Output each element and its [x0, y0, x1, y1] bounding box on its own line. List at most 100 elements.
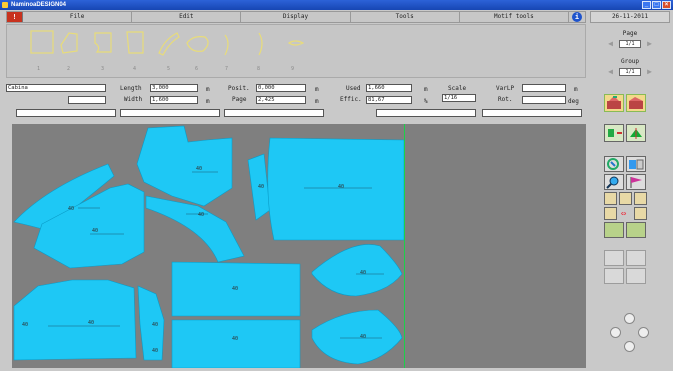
thumb-piece-9[interactable] [287, 40, 305, 46]
piece-size-label: 40 [338, 184, 345, 190]
maximize-icon[interactable]: □ [652, 1, 661, 9]
align-center-icon[interactable] [619, 192, 632, 205]
menu-tools[interactable]: Tools [351, 12, 460, 22]
fold-tool-glyph [629, 97, 643, 109]
menu-display[interactable]: Display [241, 12, 351, 22]
flip-tool-icon[interactable] [626, 124, 646, 142]
right-tool-panel: Page ◀ 1/1 ▶ Group ◀ 1/1 ▶ ⇔ [590, 24, 670, 370]
piece-narrow-2[interactable] [137, 285, 165, 361]
copy-tool-icon [604, 250, 624, 266]
menu-edit[interactable]: Edit [132, 12, 242, 22]
title-bar: NaminoaDESIGN04 _ □ × [0, 0, 673, 10]
posit-field[interactable]: 0,000 [256, 84, 306, 92]
group-field[interactable]: 1/1 [619, 68, 641, 76]
group-prev-arrow[interactable]: ◀ [606, 68, 615, 76]
grid-tool-icon [604, 268, 624, 284]
search-glyph [606, 176, 619, 189]
rot-field[interactable] [522, 96, 566, 104]
page-next-arrow[interactable]: ▶ [645, 40, 654, 48]
align-right-icon[interactable] [634, 192, 647, 205]
date-display: 26-11-2011 [590, 11, 670, 23]
status-field-1 [16, 109, 116, 117]
search-icon[interactable] [604, 174, 624, 190]
page-length-field[interactable]: 2,425 [256, 96, 306, 104]
svg-text:7: 7 [225, 66, 228, 72]
thumb-piece-1[interactable] [30, 30, 54, 54]
piece-size-label: 40 [232, 336, 239, 342]
rotate-tool-icon[interactable] [604, 124, 624, 142]
piece-front-large[interactable] [267, 137, 405, 241]
piece-size-label: 40 [152, 322, 159, 328]
varlp-unit: m [574, 86, 578, 93]
move-right-joy-icon[interactable] [638, 327, 649, 338]
move-right-icon[interactable] [634, 207, 647, 220]
flag-tool-icon[interactable] [626, 174, 646, 190]
piece-sleeve-bottom[interactable] [13, 279, 137, 361]
thumb-piece-5[interactable] [158, 32, 180, 56]
align-left-icon[interactable] [604, 192, 617, 205]
fold-tool-icon[interactable] [626, 94, 646, 112]
svg-text:5: 5 [167, 66, 170, 72]
piece-size-label: 40 [258, 184, 265, 190]
piece-rect-bottom[interactable] [171, 319, 301, 368]
group-label: Group [620, 58, 640, 65]
thumb-piece-4[interactable] [126, 31, 144, 54]
nest-tool-icon[interactable] [604, 222, 624, 238]
length-field[interactable]: 3,000 [150, 84, 198, 92]
thumb-piece-8[interactable] [258, 32, 263, 56]
length-label: Length [120, 85, 142, 92]
print-tool-icon [626, 268, 646, 284]
marker-sub-field[interactable] [68, 96, 106, 104]
piece-oval-bottom[interactable] [311, 309, 403, 365]
posit-label: Posit. [228, 85, 250, 92]
svg-text:6: 6 [195, 66, 198, 72]
varlp-field[interactable] [522, 84, 566, 92]
close-icon[interactable]: × [662, 1, 671, 9]
layout-tool-glyph [607, 96, 621, 109]
move-down-icon[interactable] [624, 341, 635, 352]
rot-label: Rot. [498, 96, 513, 103]
group-next-arrow[interactable]: ▶ [645, 68, 654, 76]
thumb-piece-2[interactable] [60, 32, 78, 54]
cut-tool-icon[interactable] [626, 222, 646, 238]
effic-field[interactable]: 81,67 [366, 96, 412, 104]
effic-unit: % [424, 98, 428, 105]
move-left-joy-icon[interactable] [610, 327, 621, 338]
thumb-piece-7[interactable] [224, 34, 229, 56]
page-length-unit: m [315, 98, 319, 105]
alert-button[interactable]: ! [7, 12, 23, 22]
marker-name-field[interactable]: Cabina [6, 84, 106, 92]
rot-unit: deg [568, 98, 579, 105]
swap-arrows-icon[interactable]: ⇔ [621, 209, 626, 219]
info-button[interactable]: i [569, 12, 586, 22]
piece-size-label: 40 [360, 270, 367, 276]
piece-curved-center[interactable] [145, 195, 245, 263]
page-field[interactable]: 1/1 [619, 40, 641, 48]
piece-size-label: 40 [68, 206, 75, 212]
width-field[interactable]: 1,600 [150, 96, 198, 104]
pan-tool-icon[interactable] [626, 156, 646, 172]
thumb-piece-3[interactable] [94, 32, 112, 53]
minimize-icon[interactable]: _ [642, 1, 651, 9]
svg-text:2: 2 [67, 66, 70, 72]
page-prev-arrow[interactable]: ◀ [606, 40, 615, 48]
menu-bar: ! File Edit Display Tools Motif tools i [6, 11, 586, 23]
paste-tool-icon [626, 250, 646, 266]
marker-canvas[interactable]: 40 40 40 40 40 40 40 40 40 40 40 40 40 4… [12, 124, 586, 368]
used-field[interactable]: 1,660 [366, 84, 412, 92]
move-up-icon[interactable] [624, 313, 635, 324]
layout-tool-icon[interactable] [604, 94, 624, 112]
svg-text:4: 4 [133, 66, 136, 72]
piece-oval-top[interactable] [311, 244, 403, 297]
zoom-area-icon[interactable] [604, 156, 624, 172]
scale-field[interactable]: 1/16 [442, 94, 476, 102]
menu-file[interactable]: File [23, 12, 133, 22]
scale-label: Scale [448, 85, 467, 92]
status-field-4 [376, 109, 476, 117]
svg-text:1: 1 [37, 66, 40, 72]
menu-motif-tools[interactable]: Motif tools [460, 12, 570, 22]
piece-back-upper[interactable] [136, 125, 233, 207]
status-field-2 [120, 109, 220, 117]
thumb-piece-6[interactable] [186, 36, 209, 52]
move-left-icon[interactable] [604, 207, 617, 220]
